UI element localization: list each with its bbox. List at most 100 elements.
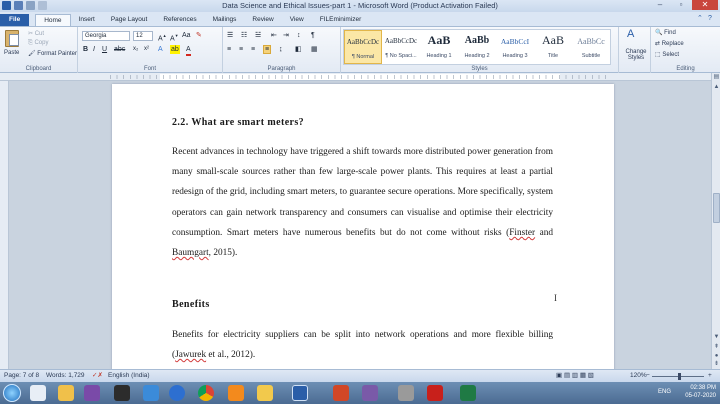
align-right-icon[interactable]: ≡	[251, 45, 255, 54]
highlight-color-icon[interactable]: ab	[170, 45, 180, 54]
ruler-ticks	[110, 75, 610, 79]
tab-references[interactable]: References	[155, 14, 204, 26]
select-button[interactable]: ⬚ Select	[655, 51, 679, 58]
media-player-icon[interactable]	[114, 385, 130, 401]
paragraph-text: et al., 2012).	[206, 350, 256, 361]
folder-icon[interactable]	[58, 385, 74, 401]
superscript-button[interactable]: x²	[144, 45, 149, 54]
paste-icon[interactable]	[5, 30, 19, 47]
scroll-down-icon[interactable]: ▼	[712, 333, 720, 342]
internet-explorer-icon[interactable]	[169, 385, 185, 401]
font-family-select[interactable]: Georgia	[82, 31, 130, 41]
zoom-out-icon[interactable]: −	[646, 370, 650, 382]
minimize-ribbon-icon[interactable]: ⌃	[697, 15, 705, 23]
copy-button[interactable]: ⎘ Copy	[28, 40, 48, 47]
change-styles-icon[interactable]: A	[627, 29, 634, 40]
cut-button[interactable]: ✂ Cut	[28, 30, 44, 37]
zoom-in-icon[interactable]: +	[708, 370, 712, 382]
close-button[interactable]: ✕	[692, 0, 718, 10]
clipboard-label: Clipboard	[25, 66, 52, 72]
text-effects-icon[interactable]: A	[158, 45, 163, 54]
app-icon[interactable]	[398, 385, 414, 401]
editing-group: 🔍 Find ⇄ Replace ⬚ Select Editing	[651, 27, 720, 73]
sort-icon[interactable]: ↕	[297, 31, 301, 40]
help-icon[interactable]: ?	[708, 15, 716, 23]
multilevel-list-icon[interactable]: ☱	[255, 31, 261, 40]
change-case-button[interactable]: Aa	[182, 31, 191, 40]
strikethrough-button[interactable]: abc	[114, 45, 125, 54]
view-buttons[interactable]: ▣ ▤ ▥ ▦ ▧	[556, 370, 594, 382]
language-indicator[interactable]: English (India)	[108, 370, 150, 382]
previous-page-icon[interactable]: ⇞	[712, 343, 720, 352]
numbering-icon[interactable]: ☷	[241, 31, 247, 40]
document-page[interactable]: 2.2. What are smart meters? Recent advan…	[112, 84, 614, 369]
font-color-icon[interactable]: A	[186, 45, 191, 56]
powerpoint-icon[interactable]	[333, 385, 349, 401]
scroll-thumb[interactable]	[713, 193, 720, 223]
font-size-select[interactable]: 12	[133, 31, 153, 41]
chrome-icon[interactable]	[198, 385, 214, 401]
grow-font-button[interactable]: A▲	[158, 31, 167, 43]
word-taskbar-icon[interactable]	[292, 385, 308, 401]
underline-button[interactable]: U	[102, 45, 107, 54]
paragraph-benefits: Benefits for electricity suppliers can b…	[172, 325, 553, 365]
italic-button[interactable]: I	[93, 45, 95, 54]
bullets-icon[interactable]: ☰	[227, 31, 233, 40]
app-icon[interactable]	[362, 385, 378, 401]
tab-fileminimizer[interactable]: FILEminimizer	[312, 14, 370, 26]
tab-mailings[interactable]: Mailings	[205, 14, 245, 26]
citation-author: Finster	[509, 227, 536, 238]
shrink-font-button[interactable]: A▼	[170, 31, 179, 43]
system-clock[interactable]: 02:38 PM 05-07-2020	[685, 384, 716, 400]
select-label: Select	[662, 52, 680, 58]
vlc-icon[interactable]	[228, 385, 244, 401]
benefits-heading: Benefits	[172, 299, 210, 310]
clear-formatting-icon[interactable]: ✎	[196, 31, 202, 40]
maximize-button[interactable]: ▫	[671, 0, 691, 10]
citation-author: Jawurek	[175, 350, 207, 361]
subscript-button[interactable]: x₂	[133, 45, 138, 54]
justify-icon[interactable]: ≡	[263, 45, 272, 54]
app-icon[interactable]	[84, 385, 100, 401]
file-explorer-icon[interactable]	[30, 385, 46, 401]
start-button[interactable]	[3, 384, 21, 402]
align-left-icon[interactable]: ≡	[227, 45, 231, 54]
ruler-toggle-icon[interactable]: ▤	[712, 73, 720, 82]
replace-button[interactable]: ⇄ Replace	[655, 40, 684, 47]
tab-page-layout[interactable]: Page Layout	[103, 14, 156, 26]
decrease-indent-icon[interactable]: ⇤	[271, 31, 277, 40]
align-center-icon[interactable]: ≡	[239, 45, 243, 54]
page-count[interactable]: Page: 7 of 8	[4, 370, 39, 382]
input-language[interactable]: ENG	[658, 389, 671, 395]
tab-review[interactable]: Review	[244, 14, 281, 26]
word-count[interactable]: Words: 1,729	[46, 370, 85, 382]
shading-icon[interactable]: ◧	[295, 45, 302, 54]
proofing-icon[interactable]: ✓✗	[92, 370, 103, 382]
scroll-up-icon[interactable]: ▲	[712, 83, 720, 92]
network-icon[interactable]	[143, 385, 159, 401]
change-styles-button[interactable]: Change Styles	[622, 49, 650, 61]
editing-label: Editing	[676, 66, 695, 72]
tab-insert[interactable]: Insert	[71, 14, 103, 26]
zoom-level[interactable]: 120%	[630, 370, 647, 382]
vertical-scrollbar[interactable]: ▤ ▲ ▼ ⇞ ● ⇟	[711, 73, 720, 369]
borders-icon[interactable]: ▦	[311, 45, 318, 54]
zoom-slider-knob[interactable]	[678, 373, 681, 380]
folder-icon[interactable]	[257, 385, 273, 401]
clock-time: 02:38 PM	[690, 385, 716, 391]
next-page-icon[interactable]: ⇟	[712, 360, 720, 369]
line-spacing-icon[interactable]: ↨	[279, 45, 283, 54]
paste-button[interactable]: Paste	[4, 50, 19, 56]
pdf-reader-icon[interactable]	[427, 385, 443, 401]
horizontal-ruler[interactable]	[0, 73, 720, 81]
format-painter-button[interactable]: 🖌 Format Painter	[28, 50, 77, 57]
bold-button[interactable]: B	[83, 45, 88, 54]
tab-view[interactable]: View	[282, 14, 312, 26]
tab-home[interactable]: Home	[35, 14, 71, 26]
excel-icon[interactable]	[460, 385, 476, 401]
minimize-button[interactable]: –	[650, 0, 670, 10]
show-marks-icon[interactable]: ¶	[311, 31, 315, 40]
find-button[interactable]: 🔍 Find	[655, 29, 676, 36]
tab-file[interactable]: File	[0, 14, 30, 26]
increase-indent-icon[interactable]: ⇥	[283, 31, 289, 40]
